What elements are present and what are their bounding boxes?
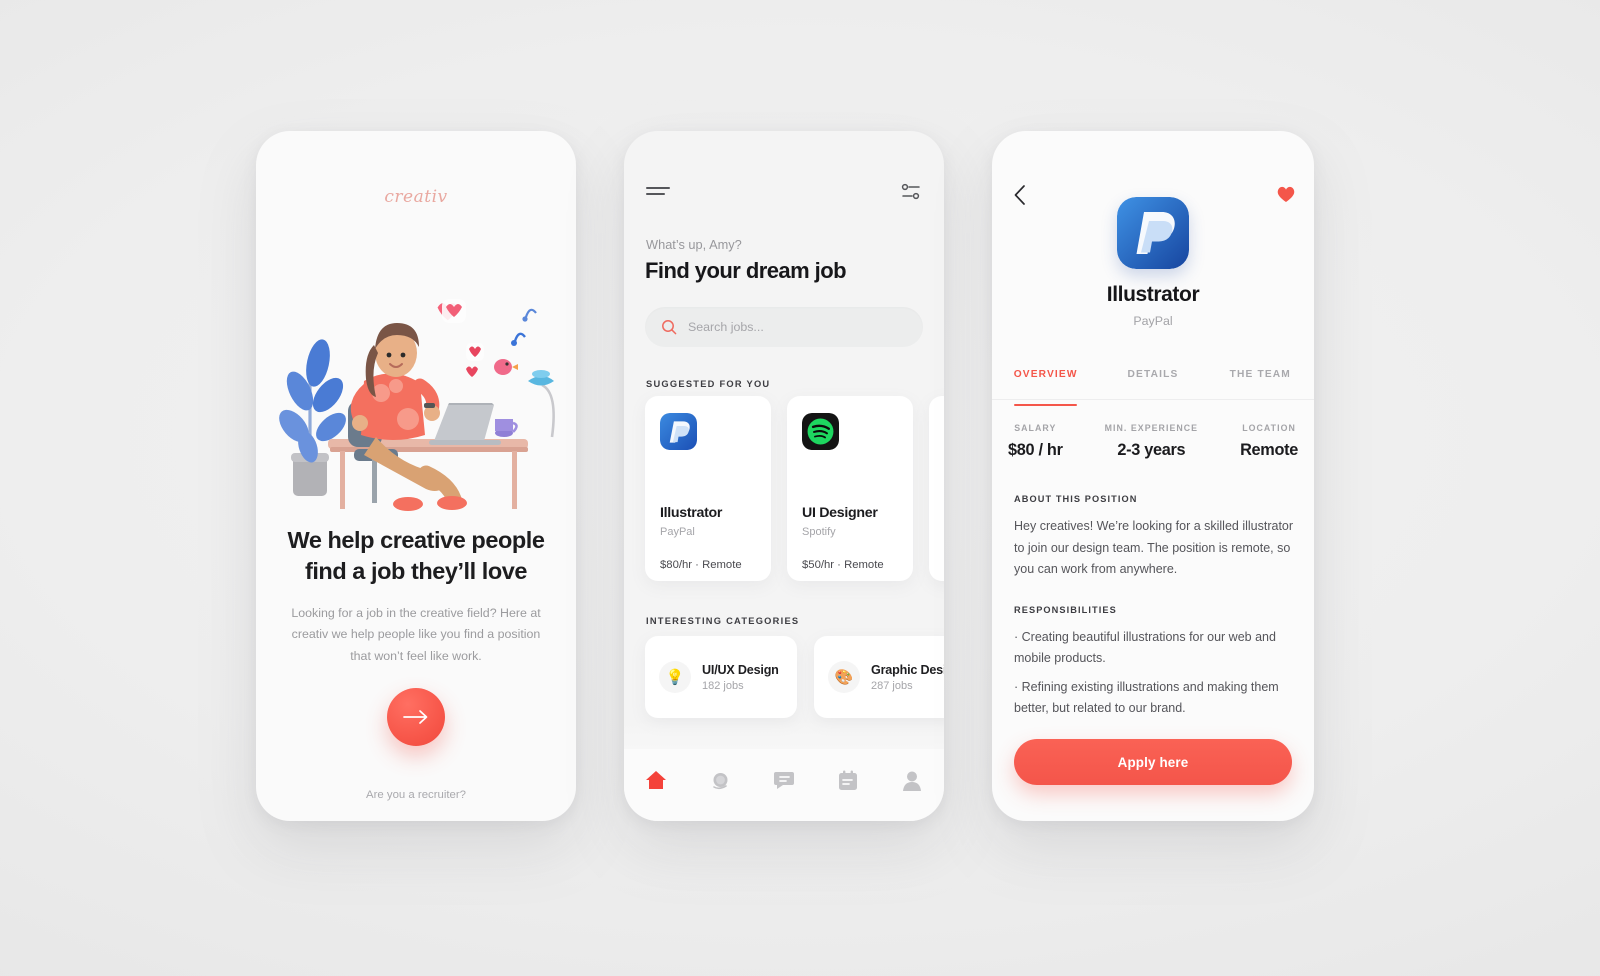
hamburger-menu-icon[interactable] — [646, 187, 670, 199]
stat-value: 2-3 years — [1117, 441, 1186, 459]
job-title: UI Designer — [802, 505, 878, 521]
responsibility-item: · Refining existing illustrations and ma… — [1014, 680, 1279, 715]
scroll-fade — [624, 721, 944, 749]
bottom-navigation[interactable] — [624, 749, 944, 821]
search-icon — [662, 320, 677, 335]
home-icon — [646, 771, 666, 789]
page-subtext: Looking for a job in the creative field?… — [291, 606, 541, 663]
calendar-icon — [839, 770, 857, 790]
page-title: We help creative people find a job they’… — [287, 527, 545, 585]
recruiter-link[interactable]: Are you a recruiter? — [256, 789, 576, 801]
stat-location: LOCATION Remote — [1240, 423, 1298, 460]
nav-item-messages[interactable] — [769, 767, 799, 793]
suggested-jobs-list[interactable]: Illustrator PayPal $80/hr · Remote UI De… — [645, 396, 944, 581]
woman-at-desk-illustration — [279, 299, 555, 511]
paypal-logo — [1117, 197, 1189, 269]
search-bar[interactable] — [645, 307, 923, 347]
onboarding-screen: creativ We help creative people find a j… — [256, 131, 576, 821]
app-logo: creativ — [384, 187, 448, 207]
job-title: Illustrator — [660, 505, 723, 521]
company-name: PayPal — [1133, 314, 1173, 328]
nav-item-explore[interactable] — [705, 767, 735, 793]
globe-icon — [712, 772, 727, 789]
lightbulb-icon: 💡 — [659, 661, 691, 693]
tab-details[interactable]: DETAILS — [1099, 365, 1206, 401]
get-started-button[interactable] — [387, 688, 445, 746]
job-meta: $80/hr · Remote — [660, 559, 742, 571]
category-job-count: 182 jobs — [702, 679, 744, 692]
tabs-divider — [992, 399, 1314, 400]
category-name: UI/UX Design — [702, 662, 779, 677]
category-card[interactable]: 🎨 Graphic Design 287 jobs — [814, 636, 944, 718]
spotify-logo — [802, 413, 839, 450]
stat-label: MIN. EXPERIENCE — [1104, 423, 1199, 433]
responsibility-item: · Creating beautiful illustrations for o… — [1014, 630, 1276, 665]
suggested-section-label: SUGGESTED FOR YOU — [646, 379, 771, 389]
person-icon — [903, 771, 921, 791]
stat-value: $80 / hr — [1008, 441, 1063, 459]
responsibilities-heading: RESPONSIBILITIES — [1014, 605, 1117, 615]
search-input[interactable] — [688, 320, 888, 334]
categories-section-label: INTERESTING CATEGORIES — [646, 616, 800, 626]
detail-tabs[interactable]: OVERVIEW DETAILS THE TEAM — [992, 365, 1314, 407]
stat-salary: SALARY $80 / hr — [1008, 423, 1063, 460]
stat-label: LOCATION — [1242, 423, 1296, 433]
category-name: Graphic Design — [871, 662, 944, 677]
job-card[interactable] — [929, 396, 944, 581]
job-card[interactable]: Illustrator PayPal $80/hr · Remote — [645, 396, 771, 581]
job-detail-screen: Illustrator PayPal OVERVIEW DETAILS THE … — [992, 131, 1314, 821]
job-stats: SALARY $80 / hr MIN. EXPERIENCE 2-3 year… — [1008, 423, 1298, 460]
categories-list[interactable]: 💡 UI/UX Design 182 jobs 🎨 Graphic Design… — [645, 636, 944, 718]
home-title: Find your dream job — [645, 258, 847, 283]
greeting-text: What’s up, Amy? — [646, 237, 742, 252]
job-company: Spotify — [802, 526, 836, 538]
filter-sliders-icon[interactable] — [900, 181, 922, 203]
arrow-right-icon — [403, 710, 428, 724]
home-screen: What’s up, Amy? Find your dream job SUGG… — [624, 131, 944, 821]
nav-item-applications[interactable] — [833, 767, 863, 793]
heart-icon[interactable] — [1276, 185, 1296, 203]
job-card[interactable]: UI Designer Spotify $50/hr · Remote — [787, 396, 913, 581]
apply-button[interactable]: Apply here — [1014, 739, 1292, 785]
chat-bubble-icon — [774, 772, 794, 789]
job-title: Illustrator — [1106, 283, 1200, 306]
tab-the-team[interactable]: THE TEAM — [1207, 365, 1314, 401]
job-meta: $50/hr · Remote — [802, 559, 884, 571]
stat-experience: MIN. EXPERIENCE 2-3 years — [1105, 423, 1198, 460]
nav-item-profile[interactable] — [897, 767, 927, 793]
tab-overview[interactable]: OVERVIEW — [992, 365, 1099, 407]
stat-label: SALARY — [1014, 423, 1057, 433]
job-company: PayPal — [660, 526, 695, 538]
category-job-count: 287 jobs — [871, 679, 913, 692]
about-heading: ABOUT THIS POSITION — [1014, 494, 1138, 504]
palette-icon: 🎨 — [828, 661, 860, 693]
nav-item-home[interactable] — [641, 767, 671, 793]
chevron-left-icon[interactable] — [1010, 183, 1032, 207]
home-topbar — [646, 179, 922, 205]
paypal-logo — [660, 413, 697, 450]
stat-value: Remote — [1240, 441, 1298, 459]
about-body: Hey creatives! We’re looking for a skill… — [1014, 519, 1294, 576]
category-card[interactable]: 💡 UI/UX Design 182 jobs — [645, 636, 797, 718]
